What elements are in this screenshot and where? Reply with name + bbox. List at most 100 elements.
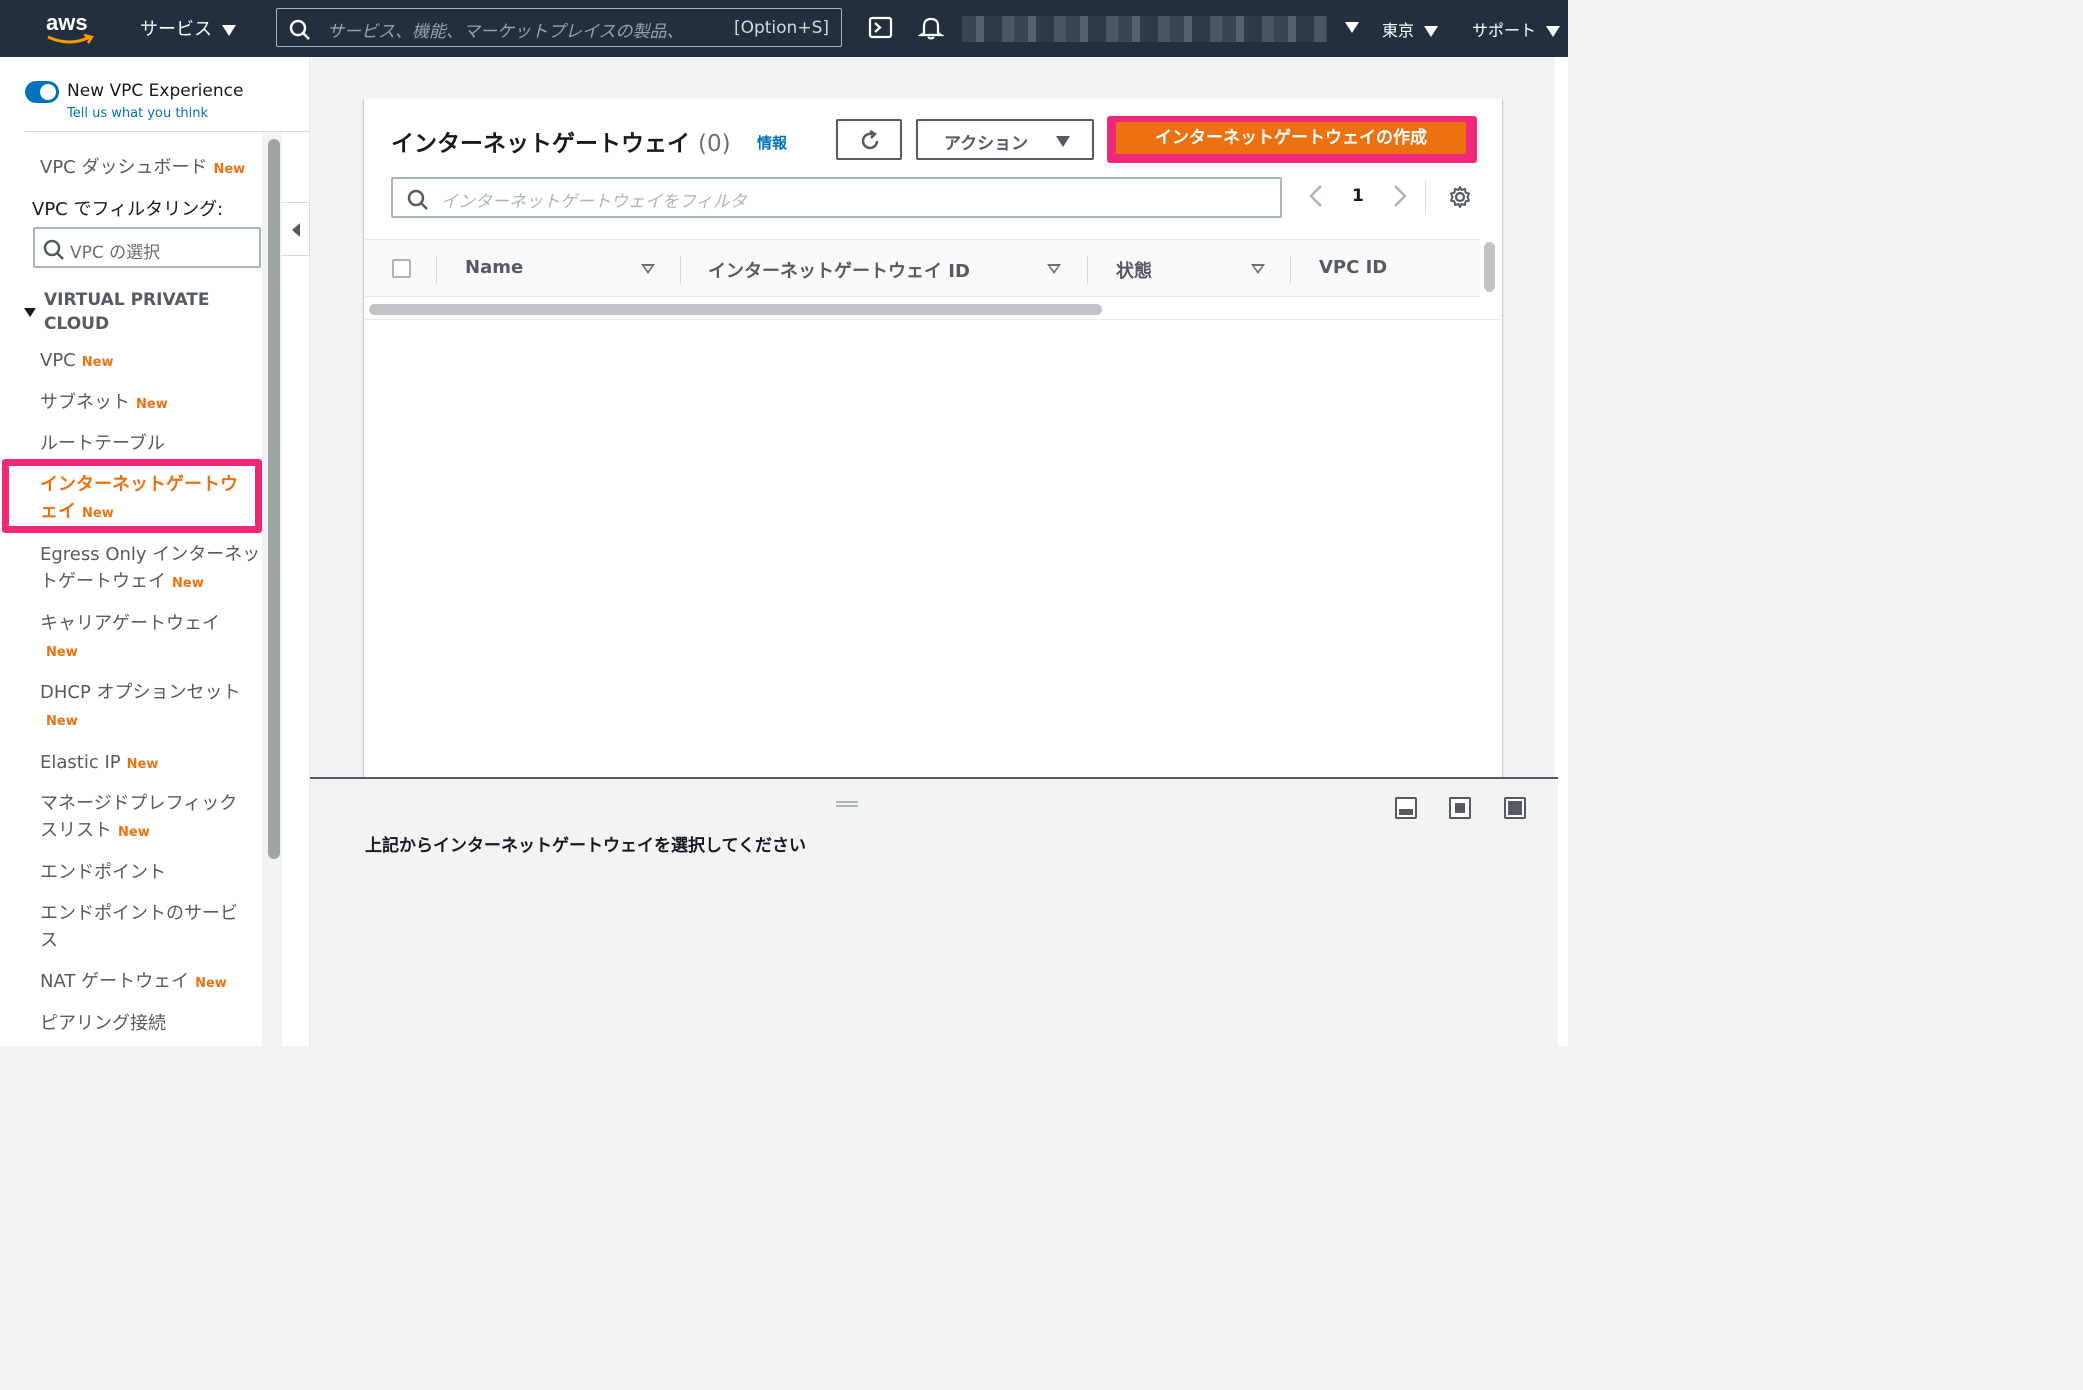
sidebar-item-label: キャリアゲートウェイ	[40, 613, 220, 634]
vpc-filter-select[interactable]: VPC の選択	[33, 227, 261, 268]
refresh-icon	[861, 129, 879, 150]
sidebar-item-label: インターネットゲートウ	[40, 474, 238, 495]
services-label: サービス	[140, 19, 212, 40]
sort-icon[interactable]	[641, 264, 655, 274]
actions-label: アクション	[944, 134, 1029, 154]
new-badge: New	[46, 645, 78, 660]
sidebar-item-dhcp-options[interactable]: DHCP オプションセット New	[40, 679, 262, 735]
sidebar-item-label-cont: ス	[40, 930, 58, 951]
column-header-name[interactable]: Name	[465, 257, 523, 278]
internet-gateways-table-container: インターネットゲートウェイ (0) 情報 アクション インターネットゲートウェイ…	[364, 99, 1502, 779]
sidebar-item-label: NAT ゲートウェイ	[40, 971, 190, 992]
new-badge: New	[172, 576, 204, 591]
divider	[364, 319, 1502, 320]
refresh-button[interactable]	[836, 119, 902, 160]
sidebar-item-peering-connections[interactable]: ピアリング接続	[40, 1010, 262, 1037]
column-divider	[436, 256, 437, 284]
account-chevron-down-icon[interactable]	[1345, 22, 1359, 33]
sort-icon[interactable]	[1251, 264, 1265, 274]
actions-dropdown[interactable]: アクション	[916, 119, 1094, 160]
split-panel-bottom-icon[interactable]	[1395, 797, 1417, 819]
region-selector[interactable]: 東京	[1382, 17, 1439, 41]
services-menu[interactable]: サービス	[140, 15, 236, 41]
table-vertical-scrollbar[interactable]	[1484, 242, 1495, 292]
filter-input[interactable]: インターネットゲートウェイをフィルタ	[391, 177, 1282, 218]
vpc-select-placeholder: VPC の選択	[70, 243, 161, 263]
split-panel-center-icon[interactable]	[1449, 797, 1471, 819]
vpc-filter-label: VPC でフィルタリング:	[32, 199, 224, 220]
split-panel-full-icon[interactable]	[1504, 797, 1526, 819]
chevron-down-icon	[1424, 26, 1439, 37]
chevron-down-icon	[1056, 136, 1070, 147]
sidebar-item-vpc[interactable]: VPC New	[40, 347, 262, 376]
sidebar-item-managed-prefix-lists[interactable]: マネージドプレフィック スリスト New	[40, 790, 262, 846]
section-heading-vpc[interactable]: VIRTUAL PRIVATE CLOUD	[44, 288, 244, 336]
chevron-down-icon	[222, 24, 236, 36]
sidebar-item-nat-gateways[interactable]: NAT ゲートウェイ New	[40, 968, 262, 997]
chevron-right-icon[interactable]	[1392, 183, 1408, 209]
new-badge: New	[118, 825, 150, 840]
sidebar-item-label: マネージドプレフィック	[40, 793, 238, 814]
sidebar-item-subnets[interactable]: サブネット New	[40, 389, 262, 418]
sidebar: New VPC Experience Tell us what you thin…	[0, 57, 310, 1046]
column-header-vpc-id[interactable]: VPC ID	[1319, 257, 1387, 278]
column-divider[interactable]	[680, 256, 681, 284]
notification-bell-icon[interactable]	[918, 15, 944, 41]
gear-icon[interactable]	[1448, 185, 1472, 209]
sidebar-item-endpoint-services[interactable]: エンドポイントのサービ ス	[40, 900, 262, 954]
aws-logo[interactable]: aws	[46, 10, 98, 46]
new-experience-toggle[interactable]	[25, 81, 59, 103]
feedback-link[interactable]: Tell us what you think	[67, 106, 208, 121]
create-internet-gateway-button[interactable]: インターネットゲートウェイの作成	[1116, 122, 1466, 154]
sidebar-item-label: VPC	[40, 350, 76, 371]
table-header: Name インターネットゲートウェイ ID 状態 VPC ID	[364, 239, 1480, 297]
new-badge: New	[126, 757, 159, 772]
account-menu-redacted[interactable]	[962, 16, 1327, 42]
sidebar-item-label: ルートテーブル	[40, 433, 165, 454]
page-number[interactable]: 1	[1352, 186, 1364, 206]
select-all-checkbox[interactable]	[392, 259, 411, 278]
highlight-annotation: インターネットゲートウェイの作成	[1107, 116, 1477, 163]
sidebar-item-endpoints[interactable]: エンドポイント	[40, 859, 262, 886]
support-menu[interactable]: サポート	[1472, 17, 1561, 41]
sidebar-item-label: Elastic IP	[40, 752, 121, 773]
search-icon	[43, 239, 64, 260]
chevron-down-icon	[1546, 26, 1561, 37]
divider	[1425, 181, 1426, 215]
filter-placeholder: インターネットゲートウェイをフィルタ	[441, 192, 747, 212]
info-link[interactable]: 情報	[757, 132, 787, 153]
new-badge: New	[82, 506, 114, 521]
sidebar-scrollbar[interactable]	[268, 139, 280, 859]
global-search-input[interactable]: サービス、機能、マーケットプレイスの製品、 [Option+S]	[276, 8, 842, 47]
collapse-sidebar-button[interactable]	[282, 202, 310, 256]
page-title: インターネットゲートウェイ (0)	[391, 124, 731, 158]
column-header-igw-id[interactable]: インターネットゲートウェイ ID	[708, 257, 970, 283]
caret-down-icon[interactable]	[24, 308, 36, 317]
top-navigation: aws サービス サービス、機能、マーケットプレイスの製品、 [Option+S…	[0, 0, 1568, 57]
chevron-left-icon[interactable]	[1308, 183, 1324, 209]
sidebar-item-label-cont: ェイ	[40, 501, 76, 522]
sidebar-item-label: エンドポイント	[40, 862, 166, 883]
resize-handle[interactable]	[836, 801, 858, 807]
new-badge: New	[46, 714, 78, 729]
new-badge: New	[213, 162, 246, 177]
table-horizontal-scrollbar[interactable]	[369, 304, 1102, 315]
sidebar-item-route-tables[interactable]: ルートテーブル	[40, 430, 262, 457]
sidebar-item-dashboard[interactable]: VPC ダッシュボード New	[40, 154, 262, 183]
cloudshell-icon[interactable]	[868, 15, 894, 41]
support-label: サポート	[1472, 21, 1537, 40]
column-divider[interactable]	[1087, 256, 1088, 284]
column-divider[interactable]	[1290, 256, 1291, 284]
column-header-state[interactable]: 状態	[1116, 257, 1152, 283]
sidebar-item-internet-gateways[interactable]: インターネットゲートウ ェイ New	[40, 471, 262, 527]
search-placeholder: サービス、機能、マーケットプレイスの製品、	[327, 22, 684, 42]
new-badge: New	[81, 355, 114, 370]
sort-icon[interactable]	[1047, 264, 1061, 274]
sidebar-item-carrier-gateways[interactable]: キャリアゲートウェイ New	[40, 610, 262, 666]
sidebar-item-label-cont: トゲートウェイ	[40, 571, 166, 592]
sidebar-item-label: サブネット	[40, 392, 130, 413]
sidebar-item-egress-only-gateways[interactable]: Egress Only インターネッ トゲートウェイ New	[40, 541, 262, 597]
sidebar-item-elastic-ip[interactable]: Elastic IP New	[40, 749, 262, 778]
sidebar-item-label-cont: スリスト	[40, 820, 112, 841]
search-icon	[289, 19, 310, 40]
